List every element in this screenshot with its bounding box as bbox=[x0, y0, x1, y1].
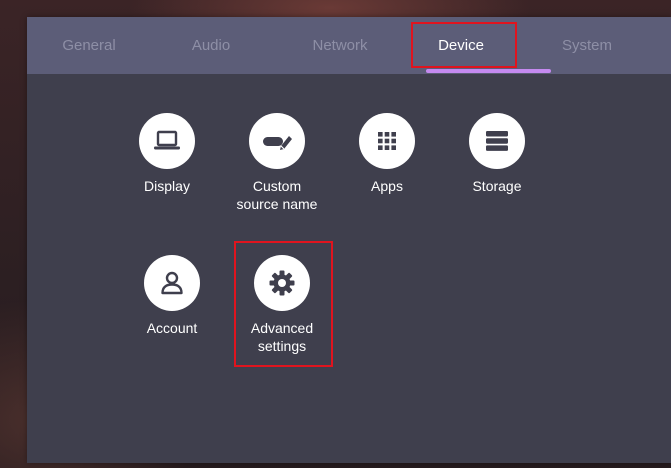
device-item-storage[interactable]: Storage bbox=[442, 113, 552, 195]
tab-device[interactable]: Device bbox=[438, 17, 484, 74]
tab-general[interactable]: General bbox=[62, 17, 115, 74]
laptop-icon bbox=[152, 129, 182, 153]
active-tab-indicator bbox=[426, 69, 551, 73]
device-item-custom-source-name[interactable]: Custom source name bbox=[222, 113, 332, 213]
icon-circle bbox=[139, 113, 195, 169]
storage-icon bbox=[484, 129, 510, 153]
device-item-account[interactable]: Account bbox=[117, 255, 227, 337]
device-item-display[interactable]: Display bbox=[112, 113, 222, 195]
settings-panel: General Audio Network Device System Disp… bbox=[27, 17, 671, 463]
device-item-label: Apps bbox=[371, 178, 403, 194]
tab-network[interactable]: Network bbox=[312, 17, 367, 74]
icon-circle bbox=[469, 113, 525, 169]
tab-audio[interactable]: Audio bbox=[192, 17, 230, 74]
icon-circle bbox=[254, 255, 310, 311]
tab-system[interactable]: System bbox=[562, 17, 612, 74]
device-item-label: Advanced settings bbox=[250, 320, 314, 354]
device-item-label: Account bbox=[146, 320, 198, 336]
device-item-label: Custom source name bbox=[236, 178, 318, 212]
gear-icon bbox=[268, 269, 296, 297]
settings-tab-bar: General Audio Network Device System bbox=[27, 17, 671, 74]
device-item-label: Display bbox=[144, 178, 190, 194]
device-item-advanced-settings[interactable]: Advanced settings bbox=[227, 255, 337, 355]
device-item-label: Storage bbox=[472, 178, 522, 194]
icon-circle bbox=[359, 113, 415, 169]
apps-grid-icon bbox=[377, 131, 397, 151]
icon-circle bbox=[144, 255, 200, 311]
person-icon bbox=[159, 270, 185, 296]
device-item-apps[interactable]: Apps bbox=[332, 113, 442, 195]
tag-pen-icon bbox=[260, 129, 294, 153]
icon-circle bbox=[249, 113, 305, 169]
